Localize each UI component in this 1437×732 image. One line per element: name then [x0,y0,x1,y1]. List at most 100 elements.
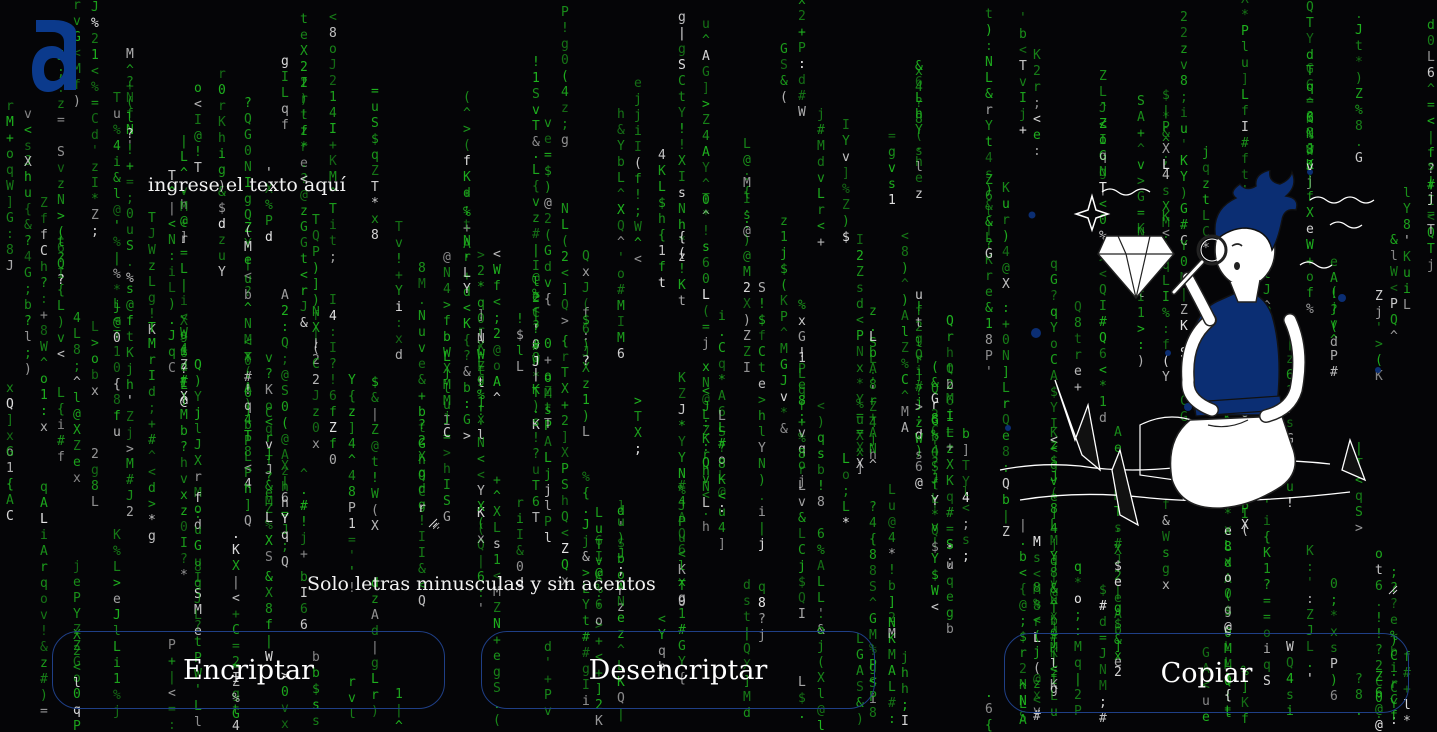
svg-text:G: G [232,707,240,722]
svg-text::: : [798,57,806,72]
svg-text:C: C [678,74,686,89]
svg-text:=: = [91,96,99,111]
svg-text:f: f [40,212,48,227]
svg-text:#: # [1241,136,1249,151]
svg-text:L: L [617,171,625,186]
svg-text:Z: Z [743,329,751,344]
svg-text:X: X [634,426,642,441]
svg-text:>: > [463,429,471,444]
svg-text:h: h [901,666,909,681]
svg-text:q: q [40,576,48,591]
svg-text:8: 8 [798,447,806,462]
svg-text:K: K [463,317,471,332]
input-resize-handle-icon[interactable] [428,518,438,528]
svg-text:=: = [856,409,864,424]
svg-text:u: u [1241,56,1249,71]
svg-text:t: t [1355,39,1363,54]
svg-text:j: j [582,534,590,549]
svg-text:T: T [634,410,642,425]
svg-text:J: J [1355,23,1363,38]
svg-text:A: A [702,49,710,64]
svg-text:C: C [91,112,99,127]
svg-text:]: ] [1241,72,1249,87]
svg-text:&: & [780,74,788,89]
svg-text:Y: Y [702,161,710,176]
svg-text:M: M [443,394,451,409]
svg-text:W: W [493,263,501,278]
svg-text:v: v [798,495,806,510]
svg-text:;: ; [946,554,954,569]
svg-text:;: ; [91,224,99,239]
svg-text:G: G [544,244,552,259]
svg-text:#: # [798,89,806,104]
svg-text:|: | [758,521,766,536]
svg-text:o: o [6,147,14,162]
svg-text:^: ^ [493,391,501,406]
svg-text:2: 2 [329,74,337,89]
svg-text:i: i [946,408,954,423]
svg-text:l: l [758,425,766,440]
svg-text:t: t [544,401,552,416]
svg-text:z: z [1180,42,1188,57]
svg-text:f: f [1241,104,1249,119]
svg-text:0: 0 [544,337,552,352]
copy-button[interactable]: Copiar [1004,633,1409,713]
svg-text:r: r [702,448,710,463]
svg-text:L: L [658,180,666,195]
svg-text:0: 0 [561,53,569,68]
svg-text:d: d [463,186,471,201]
svg-text:|: | [1427,130,1435,145]
svg-text:L: L [743,137,751,152]
svg-text:]: ] [718,537,726,552]
svg-text:Y: Y [678,435,686,450]
svg-text:8: 8 [869,706,877,721]
svg-text:<: < [718,489,726,504]
svg-text:@: @ [443,250,451,265]
svg-text:S: S [758,281,766,296]
svg-text:o: o [40,372,48,387]
svg-text:i: i [57,418,65,433]
svg-text:r: r [946,330,954,345]
svg-text:J: J [532,355,540,370]
svg-text:P: P [798,41,806,56]
svg-text:s: s [532,415,540,430]
svg-text:M: M [780,342,788,357]
svg-text:i: i [718,309,726,324]
svg-text:x: x [582,265,590,280]
svg-text:T: T [113,91,121,106]
svg-text:2: 2 [91,32,99,47]
svg-text:z: z [915,187,923,202]
svg-text:L: L [931,492,939,507]
svg-text:1: 1 [532,71,540,86]
svg-text:T: T [962,459,970,474]
svg-text:<: < [634,252,642,267]
svg-text:b: b [962,427,970,442]
svg-text:L: L [595,506,603,521]
text-input[interactable] [140,168,440,530]
svg-text:2: 2 [1180,26,1188,41]
svg-text:8: 8 [6,243,14,258]
svg-text:j: j [798,559,806,574]
svg-text:{: { [57,283,65,298]
svg-text:': ' [1180,138,1188,153]
output-resize-handle-icon[interactable] [1388,585,1398,595]
svg-text:<: < [856,313,864,328]
svg-text:.: . [758,489,766,504]
input-hint: Solo letras minusculas y sin acentos [307,573,656,595]
svg-text:6: 6 [915,75,923,90]
svg-text:K: K [718,473,726,488]
svg-text:{: { [57,402,65,417]
svg-text:d: d [1306,48,1314,63]
decrypt-button[interactable]: Desencriptar [481,631,875,709]
svg-text:$: $ [758,313,766,328]
svg-text:T: T [1306,64,1314,79]
svg-text:N: N [985,55,993,70]
svg-text:A: A [1137,110,1145,125]
svg-text:A: A [1019,713,1027,728]
svg-text:q: q [281,102,289,117]
svg-text:1: 1 [113,345,121,360]
svg-text:j: j [817,107,825,122]
svg-text:^: ^ [702,33,710,48]
svg-text:P: P [1241,24,1249,39]
encrypt-button[interactable]: Encriptar [52,631,445,709]
